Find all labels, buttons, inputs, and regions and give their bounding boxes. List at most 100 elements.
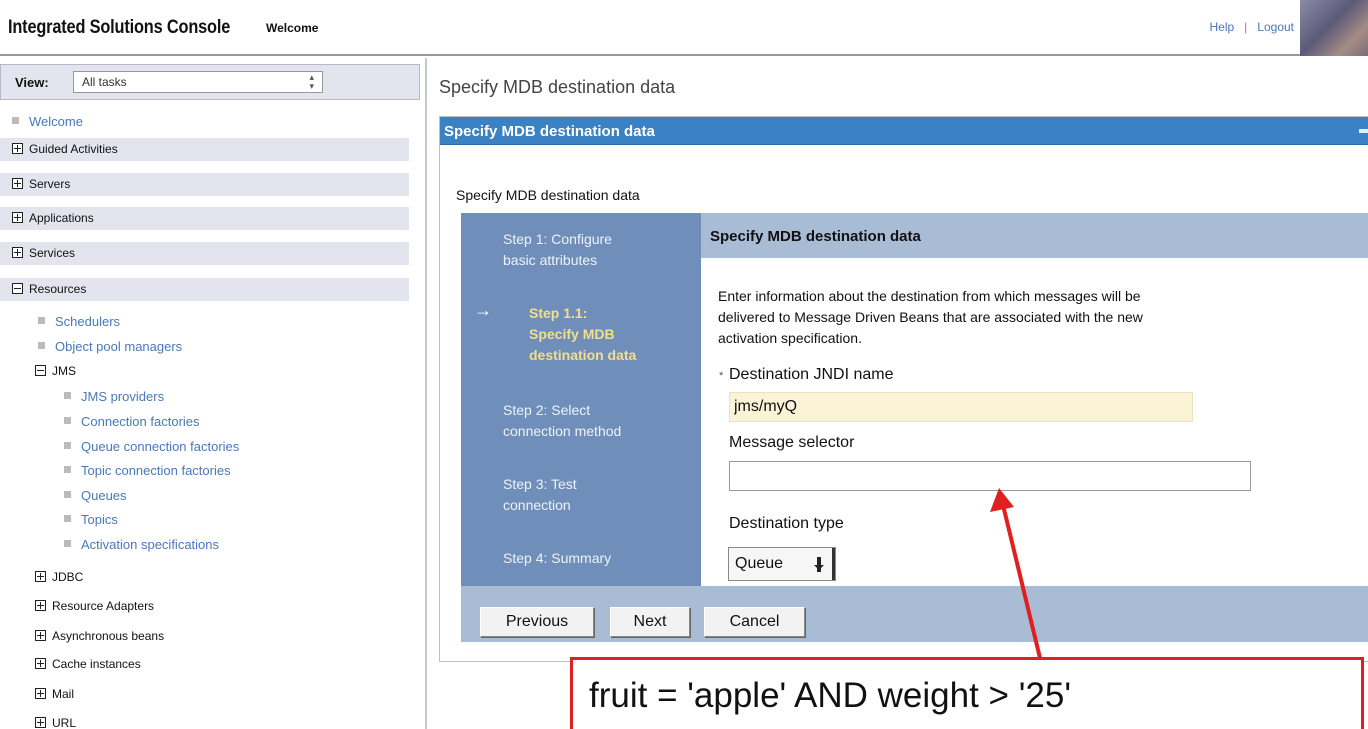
nav-item-label: Welcome: [29, 114, 83, 129]
step-1[interactable]: Step 1: Configure basic attributes: [503, 229, 612, 271]
bullet-icon: [64, 491, 71, 498]
bullet-icon: [64, 540, 71, 547]
nav-category-label: Resources: [29, 282, 87, 296]
annotation-callout: fruit = 'apple' AND weight > '25': [570, 657, 1364, 729]
step-1-1-current: Step 1.1: Specify MDB destination data: [529, 303, 636, 366]
panel-title: Specify MDB destination data: [444, 123, 655, 140]
nav-item-jms-providers[interactable]: JMS providers: [64, 389, 164, 404]
nav-item-activation-specifications[interactable]: Activation specifications: [64, 537, 219, 552]
nav-category-services[interactable]: Services: [0, 242, 409, 265]
bullet-icon: [64, 515, 71, 522]
step-2-line-2: connection method: [503, 423, 622, 439]
wizard-steps: Step 1: Configure basic attributes → Ste…: [461, 213, 701, 586]
bullet-icon: [64, 417, 71, 424]
nav-folder-jms[interactable]: JMS: [35, 364, 76, 378]
bullet-icon: [64, 442, 71, 449]
nav-category-label: Servers: [29, 177, 71, 191]
expand-icon: [12, 212, 23, 223]
nav-item-object-pool-managers[interactable]: Object pool managers: [38, 339, 182, 354]
destination-type-value: Queue: [735, 555, 784, 572]
nav-item-label: Topics: [81, 512, 118, 527]
current-step-arrow-icon: →: [474, 300, 492, 320]
step-4-label: Step 4: Summary: [503, 550, 612, 566]
required-icon: *: [719, 370, 724, 382]
nav-item-topics[interactable]: Topics: [64, 512, 118, 527]
welcome-label: Welcome: [266, 21, 319, 35]
content-header: Specify MDB destination data: [701, 213, 1368, 258]
view-select[interactable]: All tasks ▴ ▾: [73, 71, 323, 93]
logout-link[interactable]: Logout: [1257, 20, 1294, 34]
select-edge: [832, 548, 835, 580]
expand-icon: [35, 717, 46, 728]
banner-links: Help | Logout: [1209, 20, 1294, 34]
expand-icon: [12, 143, 23, 154]
message-selector-label: Message selector: [729, 434, 855, 451]
nav-item-schedulers[interactable]: Schedulers: [38, 314, 120, 329]
minimize-icon[interactable]: [1359, 129, 1368, 133]
step-1-1-line-2: Specify MDB: [529, 326, 615, 342]
updown-arrows-icon: ▴ ▾: [309, 72, 314, 91]
nav-item-connection-factories[interactable]: Connection factories: [64, 414, 200, 429]
nav-category-servers[interactable]: Servers: [0, 173, 409, 196]
nav-item-label: Object pool managers: [55, 339, 183, 354]
panel-header: Specify MDB destination data: [440, 117, 1368, 145]
nav-folder-label: URL: [52, 716, 77, 729]
nav-folder-label: Mail: [52, 687, 75, 701]
nav-folder-resource-adapters[interactable]: Resource Adapters: [35, 599, 154, 613]
step-1-line-2: basic attributes: [503, 252, 598, 268]
previous-button[interactable]: Previous: [480, 607, 594, 637]
nav-category-applications[interactable]: Applications: [0, 207, 409, 230]
nav-item-queue-connection-factories[interactable]: Queue connection factories: [64, 439, 239, 454]
section-heading: Specify MDB destination data: [456, 187, 640, 203]
bullet-icon: [12, 117, 19, 124]
intro-text: Enter information about the destination …: [718, 286, 1338, 349]
nav-category-resources[interactable]: Resources: [0, 278, 409, 301]
nav-folder-cache-instances[interactable]: Cache instances: [35, 657, 141, 671]
bullet-icon: [64, 466, 71, 473]
nav-category-label: Guided Activities: [29, 142, 118, 156]
nav-item-label: Queue connection factories: [81, 439, 240, 454]
step-2[interactable]: Step 2: Select connection method: [503, 400, 621, 442]
nav-folder-label: Asynchronous beans: [52, 629, 165, 643]
console-title: Integrated Solutions Console: [8, 17, 231, 38]
annotation-text: fruit = 'apple' AND weight > '25': [589, 676, 1072, 715]
cancel-button[interactable]: Cancel: [704, 607, 805, 637]
page-title: Specify MDB destination data: [439, 77, 676, 97]
expand-icon: [35, 658, 46, 669]
wizard: Step 1: Configure basic attributes → Ste…: [461, 213, 1368, 642]
nav-folder-asynchronous-beans[interactable]: Asynchronous beans: [35, 629, 164, 643]
expand-icon: [12, 247, 23, 258]
nav-folder-mail[interactable]: Mail: [35, 687, 74, 701]
expand-icon: [35, 630, 46, 641]
destination-type-select[interactable]: Queue: [728, 547, 836, 581]
help-link[interactable]: Help: [1209, 20, 1234, 34]
message-selector-input[interactable]: [729, 461, 1251, 491]
step-1-1-line-3: destination data: [529, 347, 637, 363]
wizard-content: Specify MDB destination data Enter infor…: [701, 213, 1368, 586]
bullet-icon: [38, 317, 45, 324]
nav-item-queues[interactable]: Queues: [64, 488, 127, 503]
nav-item-label: Connection factories: [81, 414, 200, 429]
link-separator: |: [1244, 20, 1248, 34]
step-3-line-2: connection: [503, 497, 571, 513]
bullet-icon: [64, 392, 71, 399]
nav-item-label: JMS providers: [81, 389, 165, 404]
next-button[interactable]: Next: [610, 607, 690, 637]
view-select-value: All tasks: [82, 75, 127, 89]
step-3[interactable]: Step 3: Test connection: [503, 474, 577, 516]
nav-item-topic-connection-factories[interactable]: Topic connection factories: [64, 463, 231, 478]
nav-folder-url[interactable]: URL: [35, 716, 76, 729]
jndi-name-input[interactable]: [729, 392, 1193, 422]
step-4[interactable]: Step 4: Summary: [503, 548, 611, 569]
nav-category-guided-activities[interactable]: Guided Activities: [0, 138, 409, 161]
nav-category-label: Applications: [29, 211, 94, 225]
intro-line-1: Enter information about the destination …: [718, 288, 1141, 304]
intro-line-2: delivered to Message Driven Beans that a…: [718, 309, 1143, 325]
collapse-icon: [12, 283, 23, 294]
nav-folder-jdbc[interactable]: JDBC: [35, 570, 83, 584]
nav-item-welcome[interactable]: Welcome: [12, 114, 83, 129]
expand-icon: [35, 600, 46, 611]
nav-folder-label: Resource Adapters: [52, 599, 155, 613]
nav-item-label: Activation specifications: [81, 537, 220, 552]
step-3-line-1: Step 3: Test: [503, 476, 577, 492]
